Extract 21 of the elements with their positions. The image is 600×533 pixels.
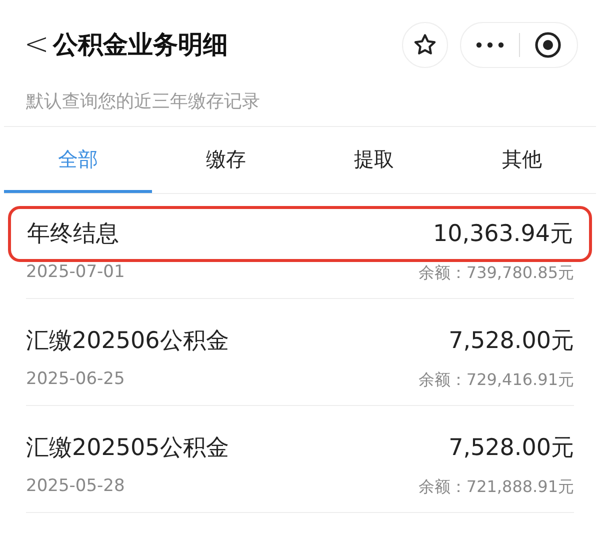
record-amount: 10,363.94元 xyxy=(432,220,573,249)
record-balance: 余额：739,780.85元 xyxy=(418,262,574,284)
filter-tab[interactable]: 缴存 xyxy=(152,127,300,193)
record-amount: 7,528.00元 xyxy=(448,326,574,356)
query-hint: 默认查询您的近三年缴存记录 xyxy=(25,90,261,114)
record-date: 2025-05-28 xyxy=(26,475,125,498)
record-title: 汇缴202506公积金 xyxy=(26,326,229,356)
record-balance: 余额：721,888.91元 xyxy=(418,476,574,498)
record-amount: 7,528.00元 xyxy=(448,434,574,463)
back-button[interactable]: < xyxy=(24,30,50,60)
filter-tab[interactable]: 提取 xyxy=(300,127,448,193)
more-icon xyxy=(476,42,504,48)
target-icon xyxy=(534,31,562,59)
page-title: 公积金业务明细 xyxy=(53,29,228,62)
favorite-button[interactable] xyxy=(402,22,448,68)
record-title: 汇缴202505公积金 xyxy=(26,434,229,463)
record-title: 年终结息 xyxy=(27,220,119,249)
record-date: 2025-07-01 xyxy=(26,261,125,284)
filter-tab[interactable]: 其他 xyxy=(448,127,596,193)
record-balance: 余额：729,416.91元 xyxy=(418,369,574,391)
record-date: 2025-06-25 xyxy=(26,368,125,392)
